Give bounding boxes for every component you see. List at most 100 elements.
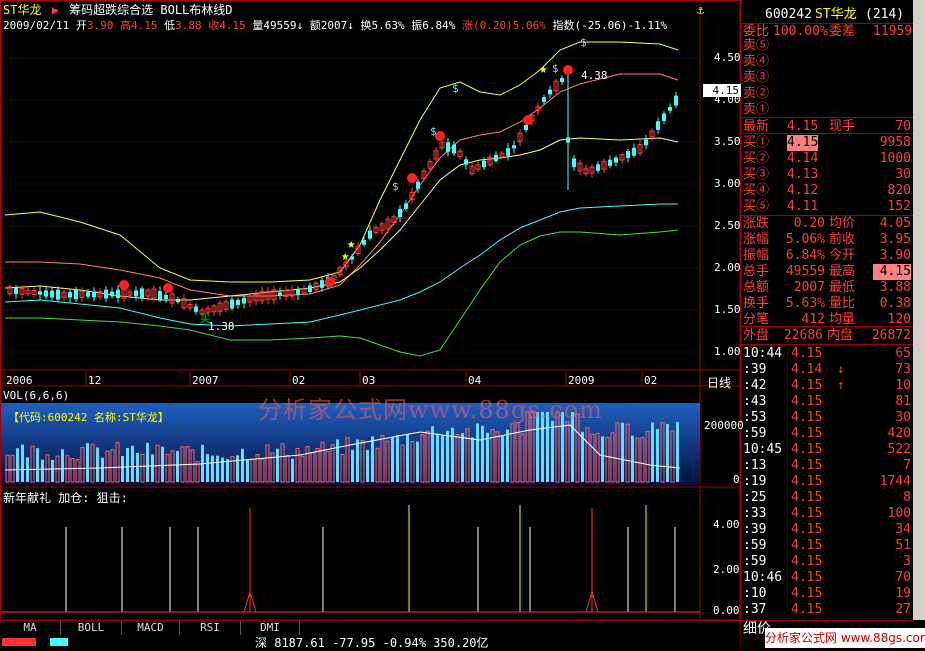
- tick-price: 4.15: [791, 426, 823, 441]
- candle: [560, 77, 564, 83]
- outer-inner-row: 外盘 22686 内盘 26872: [743, 328, 911, 344]
- volume-bar: [86, 443, 89, 482]
- tick-row: :39 4.14 ↓ 73: [743, 362, 911, 378]
- quote-separator: [741, 133, 913, 134]
- tick-arrow-icon: ↑: [837, 378, 845, 393]
- indicator-axis-0: 0.00: [713, 604, 740, 617]
- candle: [512, 145, 516, 149]
- stat-value: 3.95: [879, 232, 911, 247]
- anchor-icon[interactable]: ⚓: [697, 3, 704, 17]
- quote-panel: 600242 ST华龙 (214) 委比 100.00% 委差 11959 卖⑤…: [741, 0, 913, 648]
- status-index-text: 深 8187.61 -77.95 -0.94% 350.20亿: [255, 636, 489, 650]
- tab-rsi[interactable]: RSI: [180, 621, 241, 635]
- dollar-icon: $: [392, 180, 399, 193]
- sell-level-row[interactable]: 卖②: [743, 86, 911, 102]
- buy-level-label: 买④: [743, 183, 770, 198]
- down-arrow-icon: ↓: [296, 19, 304, 32]
- tick-price: 4.15: [791, 506, 823, 521]
- indicator-names[interactable]: 筹码超跌综合选 BOLL布林线D: [69, 3, 232, 17]
- outer-value: 22686: [783, 328, 823, 343]
- volume-bar: [226, 459, 229, 482]
- low-label: 低: [164, 19, 176, 32]
- candle: [110, 291, 114, 297]
- tick-row: :39 4.15 34: [743, 522, 911, 538]
- tick-arrow-icon: ↓: [837, 362, 845, 377]
- tick-time: :59: [743, 426, 767, 441]
- boll-upper: [4, 41, 679, 283]
- period-label[interactable]: 日线: [707, 374, 731, 391]
- volume-bar: [236, 455, 239, 482]
- volume-title: VOL(6,6,6): [3, 389, 70, 402]
- inner-value: 26872: [871, 328, 911, 343]
- buy-level-price: 4.13: [787, 167, 819, 182]
- sell-level-row[interactable]: 卖⑤: [743, 38, 911, 54]
- bottom-watermark: 分析家公式网 www.88gs.com: [765, 628, 925, 648]
- signal-dot: [563, 65, 573, 75]
- candle: [368, 230, 372, 239]
- stat-value: 3.90: [879, 248, 911, 263]
- volume-axis-top: 200000: [704, 419, 744, 432]
- price-axis-label: 4.50: [714, 51, 741, 64]
- change-value: (0.20)5.06%: [472, 19, 546, 32]
- tick-volume: 19: [895, 586, 911, 601]
- buy-level-price: 4.12: [787, 183, 819, 198]
- candle: [464, 159, 468, 165]
- volume-bar: [406, 434, 409, 482]
- tab-dmi[interactable]: DMI: [241, 621, 300, 635]
- time-axis-label: 2007: [192, 374, 219, 387]
- dollar-icon: $: [552, 62, 559, 75]
- buy-level-row[interactable]: 买② 4.14 1000: [743, 151, 911, 167]
- tick-time: 10:45: [743, 442, 783, 457]
- tab-boll[interactable]: BOLL: [61, 621, 122, 635]
- stat-label: 前收: [829, 232, 856, 247]
- volume-bar: [151, 454, 154, 482]
- tab-macd[interactable]: MACD: [122, 621, 180, 635]
- volume-bar: [631, 435, 634, 482]
- high-label: 高: [119, 19, 131, 32]
- amplitude-value: 6.84%: [422, 19, 456, 32]
- volume-bar: [146, 442, 149, 482]
- candle: [596, 164, 600, 171]
- open-value: 3.90: [86, 19, 114, 32]
- candle: [176, 298, 180, 303]
- sell-level-row[interactable]: 卖①: [743, 102, 911, 118]
- candle: [674, 95, 678, 106]
- tick-row: :59 4.15 51: [743, 538, 911, 554]
- buy-level-row[interactable]: 买④ 4.12 820: [743, 183, 911, 199]
- candle: [668, 107, 672, 111]
- buy-level-row[interactable]: 买⑤ 4.11 152: [743, 199, 911, 215]
- tick-row: :59 4.15 3: [743, 554, 911, 570]
- quote-separator: [741, 117, 913, 118]
- tick-row: :42 4.15 ↑ 10: [743, 378, 911, 394]
- volume-bar: [416, 441, 419, 482]
- stat-row: 涨幅 5.06% 前收 3.95: [743, 232, 911, 248]
- tick-price: 4.15: [791, 586, 823, 601]
- sell-level-row[interactable]: 卖④: [743, 54, 911, 70]
- stock-name[interactable]: ST华龙: [3, 3, 41, 17]
- volume-bar: [41, 459, 44, 482]
- scrollbar[interactable]: [913, 0, 925, 620]
- buy-level-row[interactable]: 买① 4.15 9958: [743, 135, 911, 151]
- candle: [626, 151, 630, 158]
- candle: [116, 289, 120, 299]
- volume-bar: [276, 448, 279, 482]
- price-axis-label: 2.00: [714, 261, 741, 274]
- volume-bar: [431, 426, 434, 482]
- tick-volume: 81: [895, 394, 911, 409]
- boll-cyan: [4, 203, 678, 327]
- volume-bar: [391, 436, 394, 482]
- sell-level-row[interactable]: 卖③: [743, 70, 911, 86]
- buy-level-row[interactable]: 买③ 4.13 30: [743, 167, 911, 183]
- tab-ma[interactable]: MA: [0, 621, 61, 635]
- volume-bar: [656, 429, 659, 482]
- candle: [608, 159, 612, 166]
- price-axis-label: 1.00: [714, 345, 741, 358]
- volume-bar: [676, 421, 679, 482]
- volume-bar: [121, 455, 124, 482]
- turnover-label: 换: [360, 19, 372, 32]
- volume-bar: [486, 432, 489, 482]
- volume-bar: [621, 422, 624, 482]
- tick-time: :59: [743, 538, 767, 553]
- buy-level-label: 买②: [743, 151, 770, 166]
- stat-value: 49559: [785, 264, 825, 279]
